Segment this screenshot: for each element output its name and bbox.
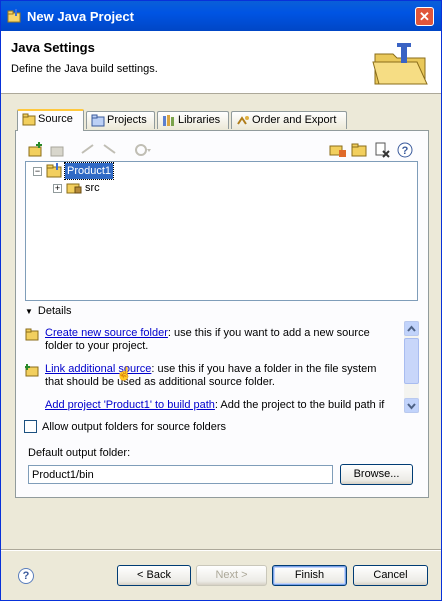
new-source-folder-icon[interactable]	[351, 141, 369, 159]
source-tree[interactable]: − Product1 + src	[25, 161, 418, 301]
default-output-folder-label: Default output folder:	[28, 447, 131, 459]
order-export-icon	[237, 116, 249, 125]
remove-from-buildpath-icon[interactable]	[373, 141, 391, 159]
cancel-button[interactable]: Cancel	[353, 565, 428, 586]
page-title: Java Settings	[11, 40, 95, 55]
java-project-icon	[7, 9, 21, 23]
back-button[interactable]: < Back	[117, 565, 191, 586]
default-output-folder-input[interactable]	[28, 465, 333, 484]
close-icon: ✕	[419, 9, 430, 24]
tab-projects[interactable]: Projects	[86, 111, 155, 129]
details-toggle[interactable]: ▼ Details	[25, 305, 72, 317]
allow-output-folders-checkbox[interactable]	[24, 420, 37, 433]
java-folder-banner-icon	[372, 43, 428, 85]
window-title: New Java Project	[27, 9, 134, 24]
detail-link-additional-source: Link additional source: use this if you …	[25, 363, 393, 389]
tree-item-src[interactable]: src	[85, 180, 100, 196]
unlink-disabled-icon[interactable]	[101, 141, 119, 159]
finish-button[interactable]: Finish	[272, 565, 347, 586]
settings-tabs: Source Projects Libraries Order and Expo…	[15, 109, 429, 131]
tab-order-and-export[interactable]: Order and Export	[231, 111, 347, 129]
new-java-project-dialog: New Java Project ✕ Java Settings Define …	[0, 0, 442, 601]
configure-dropdown-icon[interactable]	[133, 141, 151, 159]
triangle-down-icon: ▼	[25, 307, 33, 316]
help-icon[interactable]: ?	[396, 141, 414, 159]
title-bar[interactable]: New Java Project ✕	[1, 1, 441, 31]
detail-add-project-build-path: Add project 'Product1' to build path: Ad…	[45, 399, 393, 412]
scroll-down-button[interactable]	[404, 398, 419, 413]
collapse-product1[interactable]: −	[33, 167, 42, 176]
tab-libraries[interactable]: Libraries	[157, 111, 229, 129]
add-folder-icon[interactable]	[27, 141, 45, 159]
browse-button[interactable]: Browse...	[340, 464, 413, 485]
expand-src[interactable]: +	[53, 184, 62, 193]
new-folder-icon	[25, 328, 39, 341]
create-new-source-folder-link[interactable]: Create new source folder	[45, 327, 168, 339]
svg-text:?: ?	[402, 145, 409, 157]
project-folder-icon	[91, 114, 105, 127]
details-scrollbar[interactable]	[404, 321, 419, 413]
scroll-thumb[interactable]	[404, 338, 419, 384]
java-project-icon	[46, 163, 62, 178]
package-folder-icon	[66, 183, 82, 194]
libraries-icon	[163, 115, 174, 126]
edit-disabled-icon[interactable]	[49, 141, 67, 159]
allow-output-folders-label: Allow output folders for source folders	[42, 421, 227, 433]
details-panel: Create new source folder: use this if yo…	[25, 321, 419, 415]
detail-create-source-folder: Create new source folder: use this if yo…	[25, 327, 393, 353]
arrow-up-icon	[407, 325, 416, 332]
tab-source[interactable]: Source	[17, 109, 84, 131]
hand-cursor-icon: ☝	[116, 366, 133, 381]
question-icon: ?	[22, 570, 30, 582]
page-description: Define the Java build settings.	[11, 63, 158, 75]
source-toolbar: ?	[25, 139, 419, 161]
button-bar-separator	[1, 549, 441, 551]
wizard-header: Java Settings Define the Java build sett…	[1, 31, 441, 94]
next-button[interactable]: Next >	[196, 565, 267, 586]
close-button[interactable]: ✕	[415, 7, 434, 26]
scroll-up-button[interactable]	[404, 321, 419, 336]
tree-item-product1[interactable]: Product1	[63, 162, 115, 180]
link-disabled-icon[interactable]	[79, 141, 97, 159]
link-folder-icon	[25, 364, 39, 377]
link-source-icon[interactable]	[329, 141, 347, 159]
help-button[interactable]: ?	[18, 568, 34, 584]
link-additional-source-link[interactable]: Link additional source	[45, 363, 151, 375]
source-folder-icon	[22, 113, 36, 126]
arrow-down-icon	[407, 403, 416, 410]
add-project-to-build-path-link[interactable]: Add project 'Product1' to build path	[45, 399, 215, 411]
